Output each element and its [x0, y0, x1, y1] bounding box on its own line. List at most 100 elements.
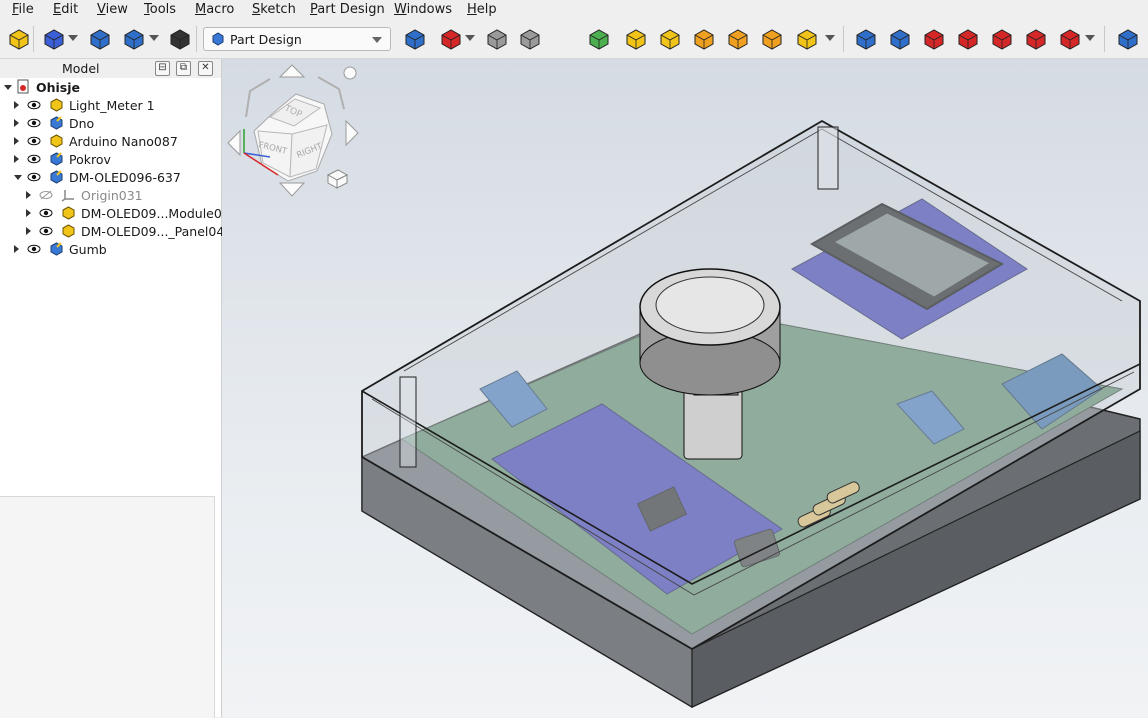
origin-icon	[61, 187, 76, 202]
3d-model-canvas[interactable]: TOP FRONT RIGHT	[222, 59, 1148, 717]
part-yellow-icon	[61, 223, 76, 238]
collapse-panel-icon[interactable]: ⊟	[155, 61, 170, 76]
eye-hidden-icon[interactable]	[39, 189, 53, 200]
boolean-icon[interactable]	[1114, 25, 1142, 53]
tree-item[interactable]: Pokrov	[0, 150, 221, 168]
chevron-down-icon[interactable]	[14, 175, 22, 180]
dropdown-arrow-icon[interactable]	[68, 35, 78, 41]
chevron-right-icon[interactable]	[26, 209, 31, 217]
toolbar-separator	[33, 26, 34, 52]
pocket-icon[interactable]	[852, 25, 880, 53]
rotate-left-arrow-icon[interactable]	[245, 78, 271, 118]
eye-icon[interactable]	[27, 153, 41, 164]
nav-left-arrow-icon[interactable]	[227, 129, 241, 157]
body-blue-icon	[49, 241, 64, 256]
menu-macro[interactable]: Macro	[195, 2, 234, 17]
chevron-right-icon[interactable]	[14, 155, 19, 163]
part-yellow-icon	[49, 97, 64, 112]
dropdown-arrow-icon[interactable]	[465, 35, 475, 41]
dropdown-arrow-icon[interactable]	[825, 35, 835, 41]
chevron-right-icon[interactable]	[14, 245, 19, 253]
toolbar-separator	[1104, 26, 1105, 52]
navigation-cube[interactable]: TOP FRONT RIGHT	[227, 64, 359, 197]
eye-icon[interactable]	[39, 207, 53, 218]
pipe-icon[interactable]	[724, 25, 752, 53]
chevron-right-icon[interactable]	[14, 101, 19, 109]
tree-item[interactable]: Origin031	[0, 186, 221, 204]
eye-icon[interactable]	[27, 117, 41, 128]
groove-icon[interactable]	[920, 25, 948, 53]
tree-item[interactable]: Light_Meter 1	[0, 96, 221, 114]
shape-binder-icon[interactable]	[585, 25, 613, 53]
menu-view[interactable]: View	[97, 2, 128, 17]
eye-icon[interactable]	[27, 135, 41, 146]
tree-item-label: DM-OLED096-637	[69, 170, 181, 185]
open-folder-icon[interactable]	[86, 25, 114, 53]
workbench-selector[interactable]: Part Design	[203, 27, 391, 51]
eye-icon[interactable]	[39, 225, 53, 236]
nav-up-arrow-icon[interactable]	[278, 64, 306, 78]
tree-item[interactable]: Ohisje	[0, 78, 221, 96]
menu-sketch[interactable]: Sketch	[252, 2, 296, 17]
chevron-down-icon	[372, 37, 382, 43]
body-blue-icon	[49, 115, 64, 130]
eye-icon[interactable]	[27, 99, 41, 110]
validate-sketch-icon[interactable]	[483, 25, 511, 53]
chevron-right-icon[interactable]	[26, 191, 31, 199]
datum-axes-icon[interactable]	[40, 25, 68, 53]
helix-icon[interactable]	[758, 25, 786, 53]
tree-item[interactable]: Gumb	[0, 240, 221, 258]
new-body-icon[interactable]	[401, 25, 429, 53]
body-blue-icon	[49, 169, 64, 184]
part-icon[interactable]	[5, 25, 33, 53]
panel-header: Model ⊟ ⧉ ✕	[0, 59, 221, 78]
tree-item[interactable]: Dno	[0, 114, 221, 132]
tree-item-label: DM-OLED09..._Panel041	[81, 224, 233, 239]
body-blue-icon	[49, 151, 64, 166]
macro-braces-icon[interactable]	[166, 25, 194, 53]
toolbar-separator	[843, 26, 844, 52]
chevron-right-icon[interactable]	[14, 119, 19, 127]
dropdown-arrow-icon[interactable]	[1085, 35, 1095, 41]
chevron-right-icon[interactable]	[14, 137, 19, 145]
dropdown-arrow-icon[interactable]	[149, 35, 159, 41]
menu-part-design[interactable]: Part Design	[310, 2, 385, 17]
navcube-menu-icon[interactable]	[343, 66, 357, 80]
3d-viewport[interactable]: TOP FRONT RIGHT	[222, 59, 1148, 717]
additive-primitive-icon[interactable]	[793, 25, 821, 53]
subtractive-primitive-icon[interactable]	[1056, 25, 1084, 53]
subtractive-loft-icon[interactable]	[954, 25, 982, 53]
float-panel-icon[interactable]: ⧉	[176, 61, 191, 76]
menu-tools[interactable]: Tools	[144, 2, 176, 17]
subtractive-helix-icon[interactable]	[1022, 25, 1050, 53]
subtractive-pipe-icon[interactable]	[988, 25, 1016, 53]
menu-help[interactable]: Help	[467, 2, 497, 17]
export-icon[interactable]	[120, 25, 148, 53]
nav-down-arrow-icon[interactable]	[278, 182, 306, 197]
chevron-right-icon[interactable]	[26, 227, 31, 235]
chevron-down-icon[interactable]	[4, 85, 12, 90]
nav-right-arrow-icon[interactable]	[345, 119, 359, 147]
close-panel-icon[interactable]: ✕	[198, 61, 213, 76]
revolution-icon[interactable]	[656, 25, 684, 53]
hole-icon[interactable]	[886, 25, 914, 53]
tree-item-label: Dno	[69, 116, 95, 131]
create-sketch-icon[interactable]	[437, 25, 465, 53]
menu-windows[interactable]: Windows	[394, 2, 452, 17]
tree-item[interactable]: Arduino Nano087	[0, 132, 221, 150]
toolbar	[0, 20, 1148, 59]
tree-item[interactable]: DM-OLED09..._Panel041	[0, 222, 232, 240]
pad-icon[interactable]	[622, 25, 650, 53]
loft-icon[interactable]	[690, 25, 718, 53]
tree-item-label: Light_Meter 1	[69, 98, 155, 113]
part-yellow-icon	[49, 133, 64, 148]
eye-icon[interactable]	[27, 171, 41, 182]
tree-item[interactable]: DM-OLED096-637	[0, 168, 221, 186]
eye-icon[interactable]	[27, 243, 41, 254]
clone-icon[interactable]	[516, 25, 544, 53]
menu-edit[interactable]: Edit	[53, 2, 78, 17]
menu-file[interactable]: File	[12, 2, 34, 17]
small-cube-icon[interactable]	[326, 169, 349, 189]
enclosure-model[interactable]	[361, 119, 1141, 709]
tree-item[interactable]: DM-OLED09...Module019	[0, 204, 238, 222]
